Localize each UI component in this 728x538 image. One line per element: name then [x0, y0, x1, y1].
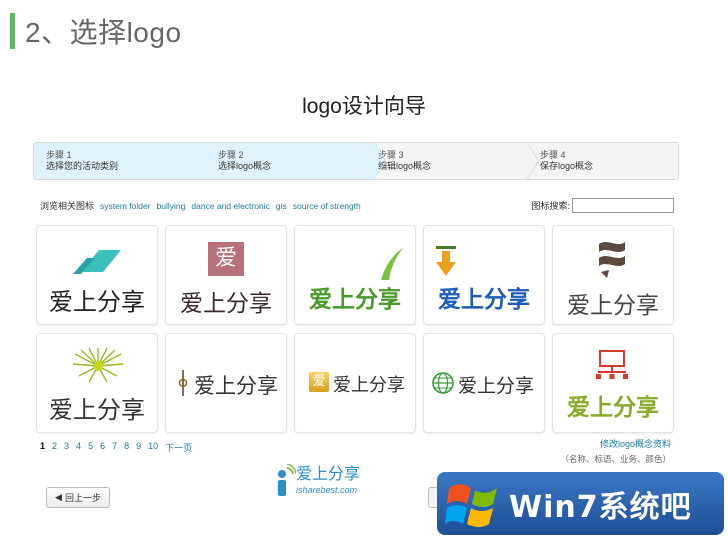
logo-card[interactable]: 爱上分享	[294, 225, 416, 325]
logo-text: 爱上分享	[194, 374, 278, 398]
wizard-steps: 步骤 1 选择您的活动类别 步骤 2 选择logo概念 步骤 3 编辑logo概…	[33, 142, 679, 180]
previous-step-button[interactable]: ◀ 回上一步	[46, 487, 110, 508]
modify-concept-hint: （名称、标语、业务、颜色）	[560, 454, 671, 464]
step-label: 选择您的活动类别	[46, 161, 119, 171]
step-label: 编辑logo概念	[378, 161, 432, 171]
browse-label: 浏览相关图标	[40, 201, 95, 211]
logo-card[interactable]: 爱上分享	[423, 333, 545, 433]
wave-ribbon-icon	[599, 242, 625, 278]
step-number: 步骤 3	[378, 150, 404, 160]
tag-link[interactable]: source of strength	[293, 201, 361, 211]
logo-text: 爱上分享	[567, 395, 659, 421]
logo-card[interactable]: 爱上分享	[423, 225, 545, 325]
logo-badge: 爱	[208, 242, 244, 276]
modify-concept-link[interactable]: 修改logo概念资料	[560, 437, 671, 450]
logo-text: 爱上分享	[457, 375, 534, 397]
logo-card[interactable]: 爱上分享	[552, 225, 674, 325]
logo-card[interactable]: 爱 爱上分享	[165, 225, 287, 325]
step-number: 步骤 2	[218, 150, 244, 160]
watermark-text: Win7系统吧	[509, 490, 692, 525]
step-number: 步骤 1	[46, 150, 72, 160]
step-1[interactable]: 步骤 1 选择您的活动类别	[34, 143, 209, 179]
page-link-current[interactable]: 1	[40, 441, 45, 454]
logo-text: 爱上分享	[438, 287, 530, 313]
step-label: 保存logo概念	[540, 161, 594, 171]
logo-text: 爱上分享	[49, 288, 145, 316]
wizard-title: logo设计向导	[302, 95, 426, 118]
section-accent-bar	[10, 13, 15, 49]
tag-link[interactable]: gis	[276, 201, 287, 211]
stripes-icon	[73, 250, 121, 274]
download-arrow-icon	[436, 246, 456, 276]
person-share-icon	[278, 464, 296, 496]
step-3[interactable]: 步骤 3 编辑logo概念	[374, 143, 534, 179]
logo-card[interactable]: 爱上分享	[165, 333, 287, 433]
browse-related-icons: 浏览相关图标 system folder bullying dance and …	[40, 199, 361, 212]
logo-text: 爱上分享	[49, 396, 145, 424]
page-link[interactable]: 2	[52, 441, 57, 454]
step-2[interactable]: 步骤 2 选择logo概念	[209, 143, 374, 179]
search-label: 图标搜索:	[531, 201, 570, 211]
logo-text: 爱上分享	[333, 375, 405, 396]
logo-text: 爱上分享	[180, 291, 272, 317]
logo-card[interactable]: 爱上分享	[36, 333, 158, 433]
icon-search: 图标搜索:	[531, 198, 674, 213]
back-arrow-icon: ◀	[55, 492, 62, 502]
tag-link[interactable]: system folder	[100, 201, 151, 211]
tag-link[interactable]: bullying	[157, 201, 186, 211]
logo-card[interactable]: 爱上分享	[552, 333, 674, 433]
previous-step-label: 回上一步	[64, 493, 101, 503]
sunburst-icon	[73, 348, 123, 383]
page-link[interactable]: 8	[124, 441, 129, 454]
page-link[interactable]: 9	[136, 441, 141, 454]
logo-card[interactable]: 爱 爱上分享	[294, 333, 416, 433]
step-divider-icon	[527, 143, 540, 179]
brand-url: isharebest.com	[296, 485, 358, 495]
tag-link[interactable]: dance and electronic	[191, 201, 269, 211]
page-link[interactable]: 5	[88, 441, 93, 454]
next-page-link[interactable]: 下一页	[165, 441, 192, 454]
step-divider-icon	[374, 143, 387, 179]
windows-logo-icon	[445, 484, 497, 527]
brand-name: 爱上分享	[296, 464, 361, 483]
network-monitor-icon	[596, 350, 628, 379]
page-link[interactable]: 10	[148, 441, 158, 454]
logo-text: 爱上分享	[567, 293, 659, 319]
page-link[interactable]: 4	[76, 441, 81, 454]
section-heading: 2、选择logo	[10, 13, 182, 49]
logo-text: 爱上分享	[309, 287, 401, 313]
logo-card[interactable]: 爱上分享	[36, 225, 158, 325]
watermark: Win7系统吧	[437, 472, 724, 535]
brand-logo: 爱上分享 isharebest.com	[274, 460, 384, 500]
step-4[interactable]: 步骤 4 保存logo概念	[534, 143, 678, 179]
leaf-swoosh-icon	[381, 248, 403, 280]
step-label: 选择logo概念	[218, 161, 272, 171]
pagination: 1 2 3 4 5 6 7 8 9 10 下一页	[40, 441, 192, 454]
page-link[interactable]: 3	[64, 441, 69, 454]
section-title: 2、选择logo	[25, 17, 182, 48]
modify-concept: 修改logo概念资料 （名称、标语、业务、颜色）	[560, 437, 671, 465]
page-link[interactable]: 7	[112, 441, 117, 454]
step-number: 步骤 4	[540, 150, 566, 160]
page-link[interactable]: 6	[100, 441, 105, 454]
search-input[interactable]	[572, 198, 674, 213]
